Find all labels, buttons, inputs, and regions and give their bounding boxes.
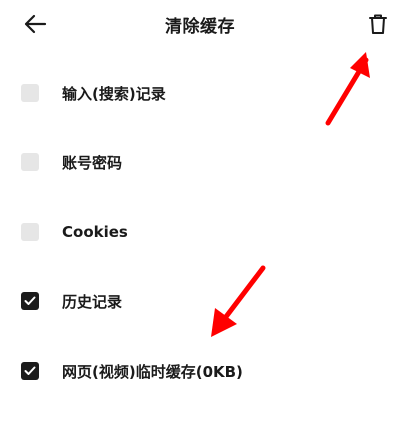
option-row-temp-cache[interactable]: 网页(视频)临时缓存(0KB) — [0, 346, 400, 396]
page-title: 清除缓存 — [165, 17, 235, 37]
option-row-history[interactable]: 历史记录 — [0, 276, 400, 326]
option-label: 历史记录 — [62, 292, 123, 311]
checkmark-icon — [24, 296, 36, 305]
checkbox[interactable] — [21, 84, 39, 102]
checkbox[interactable] — [21, 223, 39, 241]
checkmark-icon — [24, 366, 36, 375]
clear-cache-button[interactable] — [362, 8, 394, 40]
option-row-cookies[interactable]: Cookies — [0, 207, 400, 257]
option-label: 网页(视频)临时缓存(0KB) — [62, 362, 243, 381]
option-label: Cookies — [62, 223, 128, 241]
option-row-search-history[interactable]: 输入(搜索)记录 — [0, 68, 400, 118]
option-row-account-passwords[interactable]: 账号密码 — [0, 137, 400, 187]
trash-icon — [369, 14, 387, 34]
checkbox[interactable] — [21, 153, 39, 171]
app-header: 清除缓存 — [0, 0, 400, 50]
option-label: 输入(搜索)记录 — [62, 84, 166, 103]
checkbox[interactable] — [21, 362, 39, 380]
option-label: 账号密码 — [62, 153, 123, 172]
checkbox[interactable] — [21, 292, 39, 310]
